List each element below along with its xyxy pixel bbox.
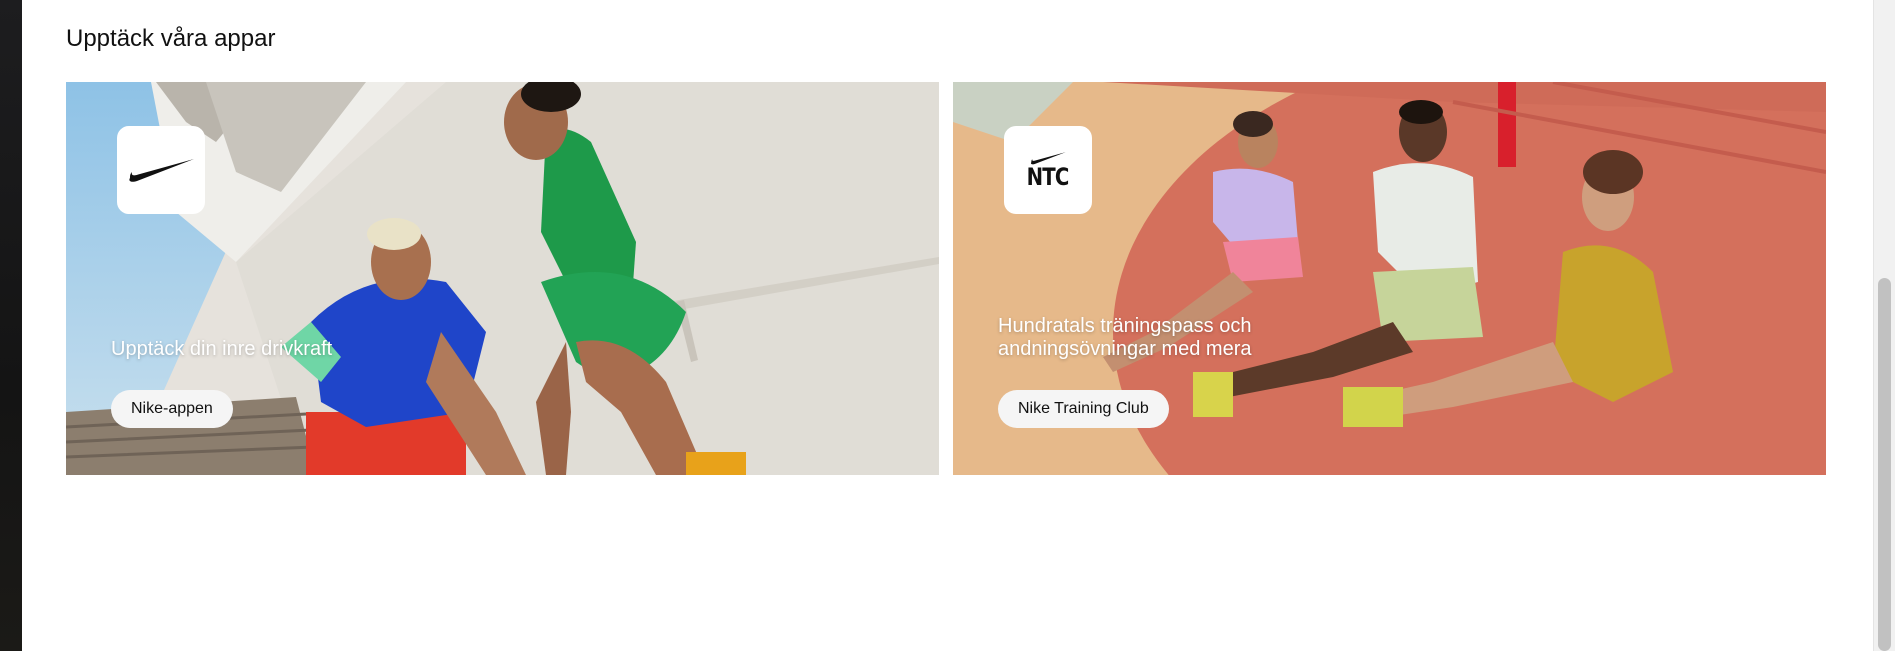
ntc-app-card[interactable]: NTC Hundratals träningspass och andnings… bbox=[953, 82, 1826, 475]
ntc-app-tagline: Hundratals träningspass och andningsövni… bbox=[998, 315, 1252, 360]
nike-app-tagline: Upptäck din inre drivkraft bbox=[111, 338, 333, 360]
ntc-logo-text: NTC bbox=[1027, 163, 1070, 191]
nike-app-card[interactable]: Upptäck din inre drivkraft Nike-appen bbox=[66, 82, 939, 475]
scrollbar-thumb[interactable] bbox=[1878, 278, 1891, 651]
ntc-logo-icon: NTC bbox=[1022, 151, 1073, 189]
page-scrollbar[interactable] bbox=[1873, 0, 1895, 651]
ntc-app-icon: NTC bbox=[1004, 126, 1092, 214]
section-title: Upptäck våra appar bbox=[66, 25, 276, 52]
nike-app-button[interactable]: Nike-appen bbox=[111, 390, 233, 428]
nike-app-icon bbox=[117, 126, 205, 214]
ntc-app-button[interactable]: Nike Training Club bbox=[998, 390, 1169, 428]
nike-swoosh-icon bbox=[129, 159, 194, 182]
left-window-edge bbox=[0, 0, 22, 651]
